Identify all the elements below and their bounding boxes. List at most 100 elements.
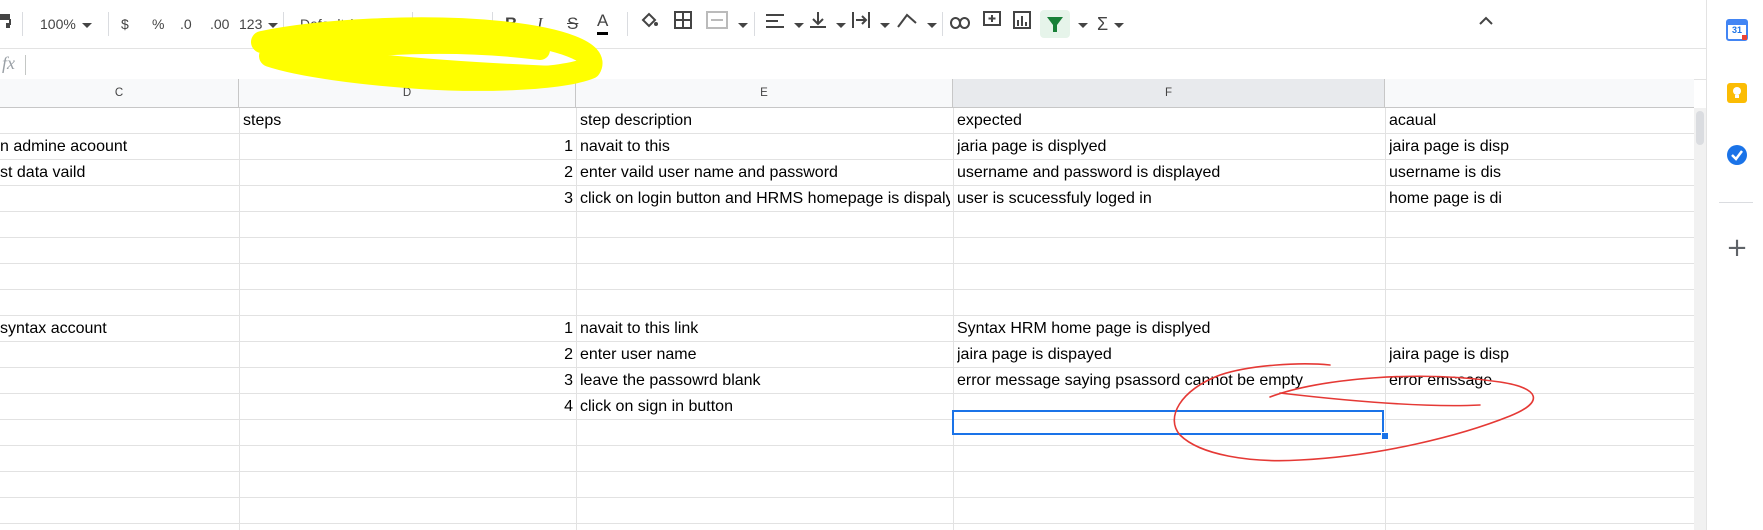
cell-f-6[interactable] [957, 238, 1382, 263]
cell-f-10[interactable]: jaira page is dispayed [957, 342, 1382, 367]
filter-dropdown[interactable] [1072, 10, 1082, 38]
formula-bar[interactable]: fx [0, 48, 1706, 80]
cell-g-14[interactable] [1389, 446, 1691, 471]
cell-c-8[interactable] [0, 290, 236, 315]
currency-format-button[interactable]: $ [121, 10, 129, 38]
increase-decimal-button[interactable]: .00 [210, 10, 229, 38]
cell-g-5[interactable] [1389, 212, 1691, 237]
cell-f-3[interactable]: username and password is displayed [957, 160, 1382, 185]
active-cell-selection[interactable] [952, 410, 1384, 435]
calendar-icon[interactable]: 31 [1726, 19, 1748, 41]
text-color-button[interactable]: A [597, 10, 609, 35]
cell-c-12[interactable] [0, 394, 236, 419]
cell-d-15[interactable] [243, 472, 573, 497]
fill-color-icon[interactable] [640, 10, 658, 38]
cell-g-11[interactable]: error emssage [1389, 368, 1691, 393]
cell-g-3[interactable]: username is dis [1389, 160, 1691, 185]
cell-e-14[interactable] [580, 446, 950, 471]
insert-link-icon[interactable] [950, 10, 970, 38]
font-size-select[interactable]: 10 [427, 10, 487, 38]
cell-g-7[interactable] [1389, 264, 1691, 289]
cell-f-4[interactable]: user is scucessfuly loged in [957, 186, 1382, 211]
cell-f-14[interactable] [957, 446, 1382, 471]
scrollbar-thumb[interactable] [1696, 111, 1704, 145]
cell-d-9[interactable]: 1 [243, 316, 573, 341]
cell-e-1[interactable]: step description [580, 108, 950, 133]
text-wrapping-icon[interactable] [852, 10, 890, 38]
cell-g-6[interactable] [1389, 238, 1691, 263]
fill-handle[interactable] [1381, 432, 1389, 440]
cell-f-11[interactable]: error message saying psassord cannot be … [957, 368, 1382, 393]
column-header-e[interactable]: E [576, 79, 953, 108]
cell-f-7[interactable] [957, 264, 1382, 289]
spreadsheet-grid[interactable]: steps step description expected acaual n adm… [0, 108, 1706, 530]
cell-d-4[interactable]: 3 [243, 186, 573, 211]
cell-d-14[interactable] [243, 446, 573, 471]
cell-e-15[interactable] [580, 472, 950, 497]
cell-c-2[interactable]: n admine acoount [0, 134, 236, 159]
cell-e-3[interactable]: enter vaild user name and password [580, 160, 950, 185]
cell-d-13[interactable] [243, 420, 573, 445]
strikethrough-button[interactable]: S [567, 10, 578, 38]
collapse-toolbar-icon[interactable] [1478, 10, 1494, 38]
cell-e-8[interactable] [580, 290, 950, 315]
cell-d-5[interactable] [243, 212, 573, 237]
insert-chart-icon[interactable] [1013, 10, 1031, 38]
cell-g-12[interactable] [1389, 394, 1691, 419]
cell-e-13[interactable] [580, 420, 950, 445]
cell-c-9[interactable]: syntax account [0, 316, 236, 341]
cell-c-15[interactable] [0, 472, 236, 497]
column-header-f[interactable]: F [953, 79, 1385, 108]
cell-e-11[interactable]: leave the passowrd blank [580, 368, 950, 393]
cell-f-8[interactable] [957, 290, 1382, 315]
cell-d-8[interactable] [243, 290, 573, 315]
cell-g-9[interactable] [1389, 316, 1691, 341]
cell-f-9[interactable]: Syntax HRM home page is displyed [957, 316, 1382, 341]
column-header-g[interactable] [1385, 79, 1694, 108]
insert-comment-icon[interactable] [983, 10, 1001, 38]
merge-cells-icon[interactable] [706, 10, 748, 38]
cell-f-15[interactable] [957, 472, 1382, 497]
cell-g-1[interactable]: acaual [1389, 108, 1691, 133]
column-header-c[interactable]: C [0, 79, 239, 108]
cell-c-5[interactable] [0, 212, 236, 237]
cell-f-2[interactable]: jaria page is displyed [957, 134, 1382, 159]
percent-format-button[interactable]: % [152, 10, 164, 38]
cell-d-6[interactable] [243, 238, 573, 263]
cell-c-7[interactable] [0, 264, 236, 289]
cell-d-10[interactable]: 2 [243, 342, 573, 367]
cell-c-4[interactable] [0, 186, 236, 211]
cell-e-2[interactable]: navait to this [580, 134, 950, 159]
cell-g-13[interactable] [1389, 420, 1691, 445]
horizontal-align-icon[interactable] [766, 10, 804, 38]
cell-c-10[interactable] [0, 342, 236, 367]
italic-button[interactable]: I [537, 10, 543, 38]
cell-f-1[interactable]: expected [957, 108, 1382, 133]
cell-c-1[interactable] [0, 108, 236, 133]
cell-d-1[interactable]: steps [243, 108, 573, 133]
cell-d-7[interactable] [243, 264, 573, 289]
zoom-select[interactable]: 100% [40, 10, 92, 38]
tasks-icon[interactable] [1726, 144, 1748, 166]
text-rotation-icon[interactable] [897, 10, 937, 38]
borders-icon[interactable] [674, 10, 692, 38]
cell-c-3[interactable]: st data vaild [0, 160, 236, 185]
cell-d-3[interactable]: 2 [243, 160, 573, 185]
cell-e-9[interactable]: navait to this link [580, 316, 950, 341]
column-header-d[interactable]: D [239, 79, 576, 108]
cell-d-12[interactable]: 4 [243, 394, 573, 419]
cell-g-8[interactable] [1389, 290, 1691, 315]
cell-g-15[interactable] [1389, 472, 1691, 497]
font-family-select[interactable]: Default (Ari... [300, 10, 410, 38]
cell-f-5[interactable] [957, 212, 1382, 237]
cell-c-13[interactable] [0, 420, 236, 445]
cell-d-11[interactable]: 3 [243, 368, 573, 393]
bold-button[interactable]: B [505, 10, 517, 38]
cell-g-2[interactable]: jaira page is disp [1389, 134, 1691, 159]
paint-format-icon[interactable] [0, 10, 14, 38]
filter-icon[interactable] [1040, 10, 1070, 38]
cell-e-5[interactable] [580, 212, 950, 237]
cell-e-7[interactable] [580, 264, 950, 289]
cell-g-10[interactable]: jaira page is disp [1389, 342, 1691, 367]
cell-e-6[interactable] [580, 238, 950, 263]
